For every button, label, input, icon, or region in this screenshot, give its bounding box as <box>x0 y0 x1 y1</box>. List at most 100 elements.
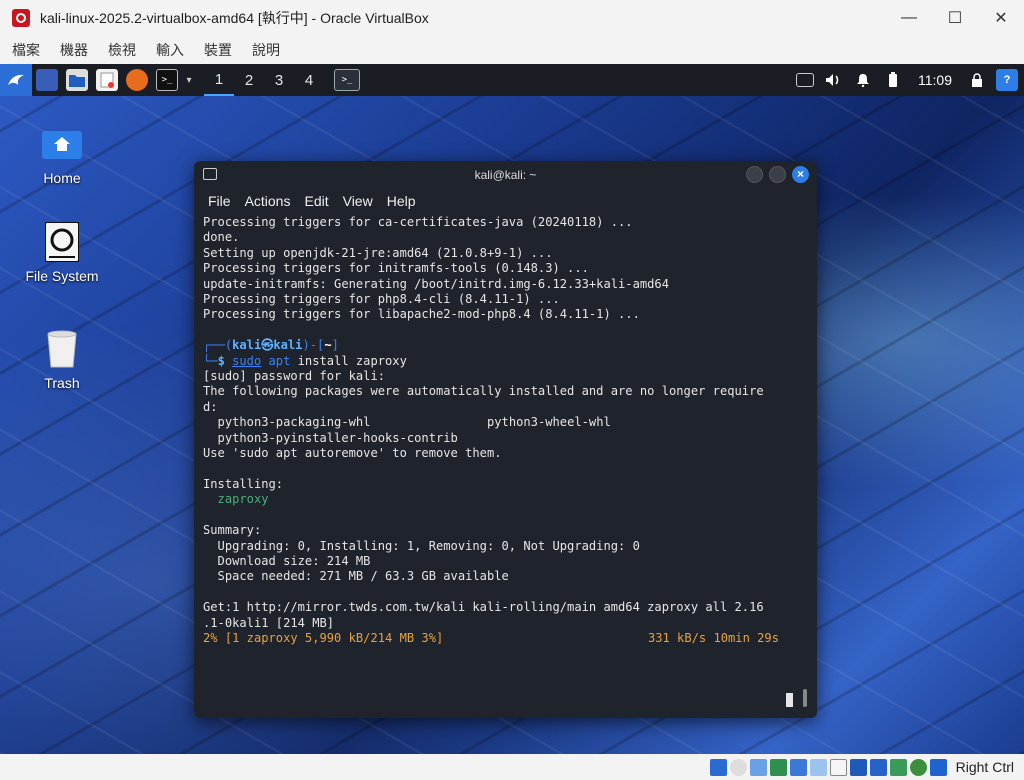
minimize-button[interactable]: — <box>886 0 932 36</box>
prompt-line-2: └─$ sudo apt install zaproxy <box>203 353 407 368</box>
show-desktop-icon[interactable] <box>36 69 58 91</box>
chevron-down-icon[interactable]: ▾ <box>182 64 196 96</box>
terminal-menu-view[interactable]: View <box>343 193 373 209</box>
output-line: Processing triggers for initramfs-tools … <box>203 261 589 276</box>
output-line: Installing: <box>203 476 284 491</box>
workspace-1[interactable]: 1 <box>204 64 234 96</box>
terminal-minimize-button[interactable] <box>746 166 763 183</box>
desktop-icon-file-system[interactable]: File System <box>12 222 112 284</box>
terminal-menu-actions[interactable]: Actions <box>245 193 291 209</box>
close-button[interactable]: ✕ <box>978 0 1024 36</box>
menu-view[interactable]: 檢視 <box>108 40 136 60</box>
cmd-args: install zaproxy <box>297 353 407 368</box>
folder-icon <box>69 75 85 87</box>
output-line: Use 'sudo apt autoremove' to remove them… <box>203 446 502 461</box>
output-line: python3-pyinstaller-hooks-contrib <box>203 430 458 445</box>
terminal-cursor <box>786 693 793 707</box>
terminal-titlebar[interactable]: kali@kali: ~ × <box>194 161 817 189</box>
hard-disk-icon[interactable] <box>709 758 727 776</box>
output-line: Processing triggers for ca-certificates-… <box>203 215 633 229</box>
output-line: python3-packaging-whl python3-wheel-whl <box>203 415 611 430</box>
prompt-line-1: ┌──(kali㉿kali)-[~] <box>203 338 339 353</box>
network-adapter-icon[interactable] <box>769 758 787 776</box>
usb-icon[interactable] <box>789 758 807 776</box>
guest-screen: >_ ▾ 1 2 3 4 >_ 11:09 ? Home File System… <box>0 64 1024 754</box>
output-line: Space needed: 271 MB / 63.3 GB available <box>203 569 509 584</box>
lock-screen-icon[interactable] <box>966 69 988 91</box>
workspace-2[interactable]: 2 <box>234 64 264 96</box>
workspace-3[interactable]: 3 <box>264 64 294 96</box>
vbox-titlebar: kali-linux-2025.2-virtualbox-amd64 [執行中]… <box>0 0 1024 36</box>
maximize-button[interactable]: ☐ <box>932 0 978 36</box>
menu-machine[interactable]: 機器 <box>60 40 88 60</box>
volume-icon[interactable] <box>822 69 844 91</box>
desktop-icon-label: Trash <box>44 375 80 391</box>
terminal-window-controls: × <box>746 166 809 183</box>
document-icon <box>100 72 114 88</box>
file-manager-icon[interactable] <box>66 69 88 91</box>
workspace-4[interactable]: 4 <box>294 64 324 96</box>
desktop-icon-trash[interactable]: Trash <box>12 329 112 391</box>
host-key-label: Right Ctrl <box>955 759 1014 775</box>
output-line: Setting up openjdk-21-jre:amd64 (21.0.8+… <box>203 245 553 260</box>
cmd-sudo: sudo <box>232 353 262 368</box>
battery-icon[interactable] <box>882 69 904 91</box>
output-line: Summary: <box>203 523 262 538</box>
kali-top-panel: >_ ▾ 1 2 3 4 >_ 11:09 ? <box>0 64 1024 96</box>
guest-additions-icon[interactable] <box>889 758 907 776</box>
window-controls: — ☐ ✕ <box>886 0 1024 36</box>
panel-clock[interactable]: 11:09 <box>918 72 952 88</box>
notification-bell-icon[interactable] <box>852 69 874 91</box>
kali-menu-button[interactable] <box>0 64 32 96</box>
progress-status: 2% [1 zaproxy 5,990 kB/214 MB 3%] <box>203 630 444 645</box>
menu-file[interactable]: 檔案 <box>12 40 40 60</box>
vbox-menubar: 檔案 機器 檢視 輸入 裝置 說明 <box>0 36 1024 65</box>
drive-icon <box>42 222 82 262</box>
shared-folder-icon[interactable] <box>809 758 827 776</box>
terminal-menubar: File Actions Edit View Help <box>194 189 817 213</box>
virtualbox-vm-icon <box>12 9 30 27</box>
installing-package: zaproxy <box>203 492 269 507</box>
terminal-maximize-button[interactable] <box>769 166 786 183</box>
menu-help[interactable]: 說明 <box>252 40 280 60</box>
terminal-menu-file[interactable]: File <box>208 193 231 209</box>
output-line: Processing triggers for libapache2-mod-p… <box>203 307 640 322</box>
menu-devices[interactable]: 裝置 <box>204 40 232 60</box>
trash-icon <box>42 329 82 369</box>
terminal-output[interactable]: Processing triggers for ca-certificates-… <box>203 215 803 646</box>
text-editor-icon[interactable] <box>96 69 118 91</box>
output-line: Download size: 214 MB <box>203 553 371 568</box>
terminal-launcher-icon[interactable]: >_ <box>156 69 178 91</box>
vbox-statusbar: Right Ctrl <box>0 754 1024 780</box>
output-line: Upgrading: 0, Installing: 1, Removing: 0… <box>203 538 640 553</box>
output-line: The following packages were automaticall… <box>203 384 764 399</box>
video-capture-icon[interactable] <box>849 758 867 776</box>
terminal-menu-edit[interactable]: Edit <box>304 193 328 209</box>
firefox-icon[interactable] <box>126 69 148 91</box>
terminal-close-button[interactable]: × <box>792 166 809 183</box>
network-icon[interactable] <box>796 73 814 87</box>
cpu-icon[interactable] <box>869 758 887 776</box>
audio-icon[interactable] <box>749 758 767 776</box>
terminal-scrollbar[interactable] <box>803 689 807 707</box>
mouse-integration-icon[interactable] <box>909 758 927 776</box>
desktop-icon-home[interactable]: Home <box>12 124 112 186</box>
window-title: kali-linux-2025.2-virtualbox-amd64 [執行中]… <box>40 10 429 26</box>
home-folder-icon <box>42 124 82 164</box>
output-line: d: <box>203 399 218 414</box>
keyboard-capture-icon[interactable] <box>929 758 947 776</box>
cmd-apt: apt <box>268 353 291 368</box>
taskbar-terminal-window[interactable]: >_ <box>334 69 360 91</box>
terminal-window[interactable]: kali@kali: ~ × File Actions Edit View He… <box>194 161 817 718</box>
output-line: Get:1 http://mirror.twds.com.tw/kali kal… <box>203 600 764 615</box>
terminal-title: kali@kali: ~ <box>474 168 537 182</box>
desktop-icon-label: File System <box>25 268 99 284</box>
terminal-window-icon <box>203 168 217 180</box>
menu-input[interactable]: 輸入 <box>156 40 184 60</box>
terminal-menu-help[interactable]: Help <box>387 193 416 209</box>
power-menu-icon[interactable]: ? <box>996 69 1018 91</box>
display-icon[interactable] <box>829 758 847 776</box>
optical-drive-icon[interactable] <box>729 758 747 776</box>
panel-tray: 11:09 ? <box>792 64 1024 96</box>
output-line: Processing triggers for php8.4-cli (8.4.… <box>203 292 560 307</box>
